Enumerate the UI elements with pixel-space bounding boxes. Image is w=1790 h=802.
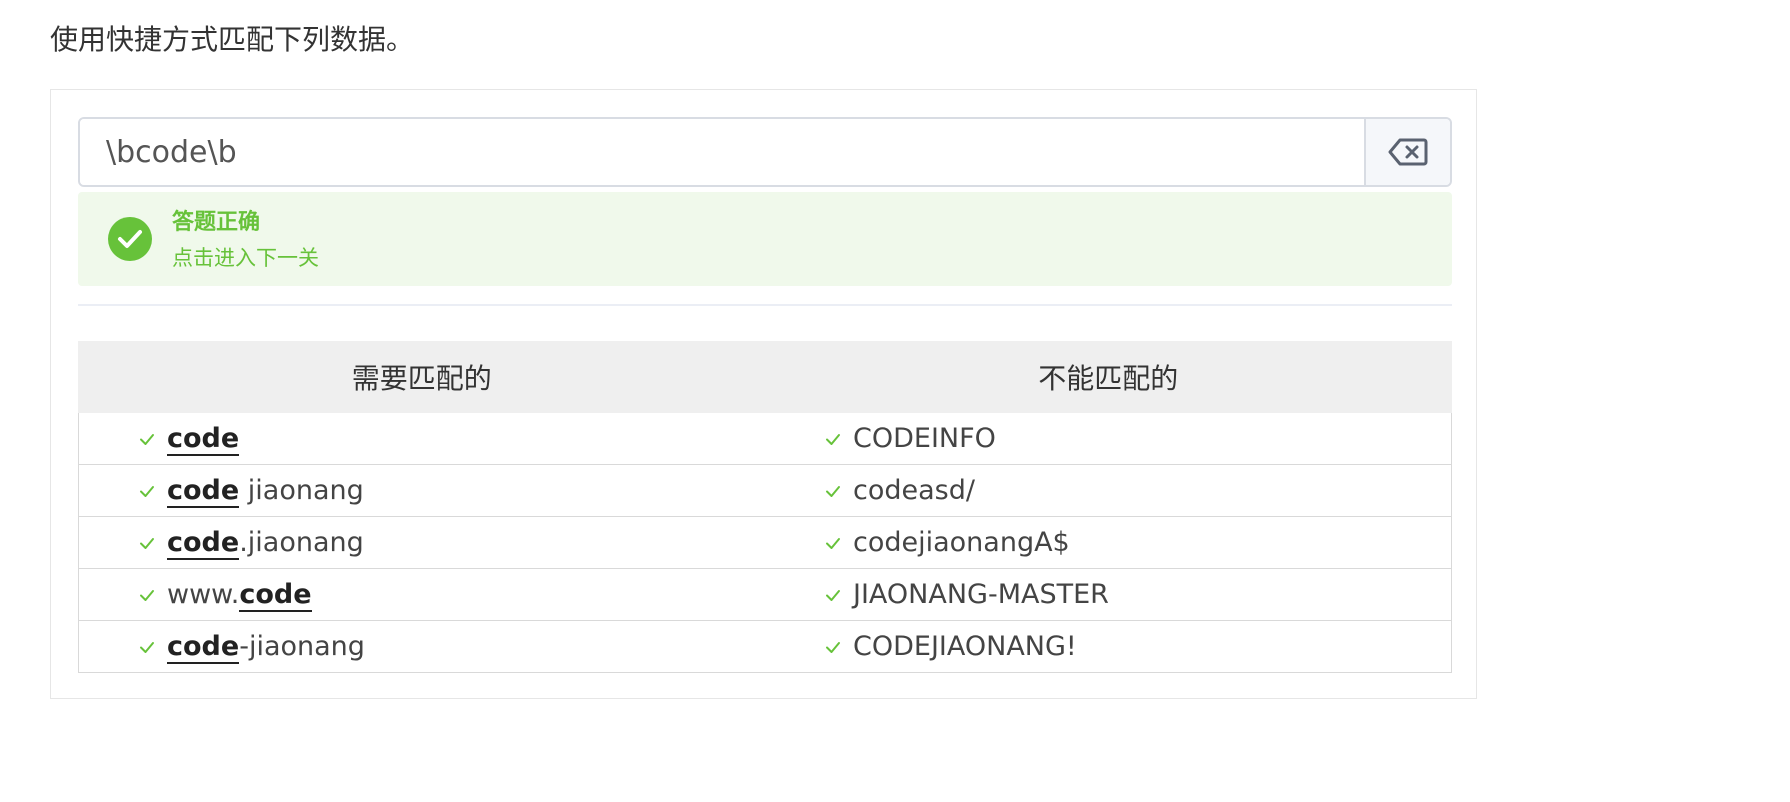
nomatch-text: CODEJIAONANG!	[853, 631, 1077, 662]
nomatch-text: CODEINFO	[853, 423, 996, 454]
nomatch-text: codeasd/	[853, 475, 975, 506]
nomatch-cell: JIAONANG-MASTER	[765, 568, 1452, 621]
table-row: www.code JIAONANG-MASTER	[78, 568, 1452, 621]
success-alert[interactable]: 答题正确 点击进入下一关	[78, 192, 1452, 286]
check-icon	[826, 537, 840, 549]
match-highlight: code	[167, 423, 240, 456]
match-cell: code	[78, 412, 765, 465]
match-text: code jiaonang	[167, 475, 364, 508]
check-icon	[826, 485, 840, 497]
nomatch-cell: CODEINFO	[765, 412, 1452, 465]
check-circle-icon	[108, 217, 152, 261]
table-row: code-jiaonang CODEJIAONANG!	[78, 620, 1452, 673]
match-segment: www.	[167, 579, 240, 610]
regex-input[interactable]	[80, 119, 1364, 185]
match-highlight: code	[239, 579, 312, 612]
match-text: code-jiaonang	[167, 631, 365, 664]
nomatch-cell: CODEJIAONANG!	[765, 620, 1452, 673]
page: 使用快捷方式匹配下列数据。 答题正确 点击进入下一关 需要匹配的	[0, 0, 1790, 802]
match-segment: -jiaonang	[239, 631, 365, 662]
check-icon	[826, 641, 840, 653]
header-should-match: 需要匹配的	[78, 341, 766, 413]
table-header-row: 需要匹配的 不能匹配的	[78, 341, 1452, 413]
match-text: www.code	[167, 579, 312, 612]
nomatch-text: codejiaonangA$	[853, 527, 1070, 558]
clear-button[interactable]	[1364, 119, 1450, 185]
match-cell: code-jiaonang	[78, 620, 765, 673]
match-text: code.jiaonang	[167, 527, 364, 560]
match-highlight: code	[167, 475, 240, 508]
backspace-icon	[1388, 138, 1428, 166]
header-should-not-match: 不能匹配的	[764, 341, 1452, 413]
check-icon	[826, 433, 840, 445]
check-icon	[140, 641, 154, 653]
table-row: code jiaonang codeasd/	[78, 464, 1452, 517]
nomatch-text: JIAONANG-MASTER	[853, 579, 1109, 610]
match-segment: jiaonang	[239, 475, 364, 506]
match-segment: .jiaonang	[239, 527, 364, 558]
regex-input-group	[78, 117, 1452, 187]
check-icon	[140, 589, 154, 601]
divider	[78, 304, 1452, 306]
check-icon	[140, 537, 154, 549]
match-cell: code jiaonang	[78, 464, 765, 517]
match-table: 需要匹配的 不能匹配的 code CODEINFO code jiaonang cod…	[78, 341, 1452, 673]
table-row: code.jiaonang codejiaonangA$	[78, 516, 1452, 569]
check-icon	[826, 589, 840, 601]
table-row: code CODEINFO	[78, 412, 1452, 465]
nomatch-cell: codejiaonangA$	[765, 516, 1452, 569]
nomatch-cell: codeasd/	[765, 464, 1452, 517]
match-highlight: code	[167, 631, 240, 664]
success-title: 答题正确	[172, 210, 261, 235]
check-icon	[140, 485, 154, 497]
next-level-link[interactable]: 点击进入下一关	[172, 242, 319, 274]
match-cell: code.jiaonang	[78, 516, 765, 569]
match-cell: www.code	[78, 568, 765, 621]
check-icon	[140, 433, 154, 445]
match-text: code	[167, 423, 240, 456]
challenge-panel: 答题正确 点击进入下一关 需要匹配的 不能匹配的 codeCODEINFOcod…	[50, 89, 1477, 699]
table-body: code CODEINFO code jiaonang codeasd/code.ji…	[78, 412, 1452, 673]
match-highlight: code	[167, 527, 240, 560]
instruction-text: 使用快捷方式匹配下列数据。	[50, 23, 415, 56]
